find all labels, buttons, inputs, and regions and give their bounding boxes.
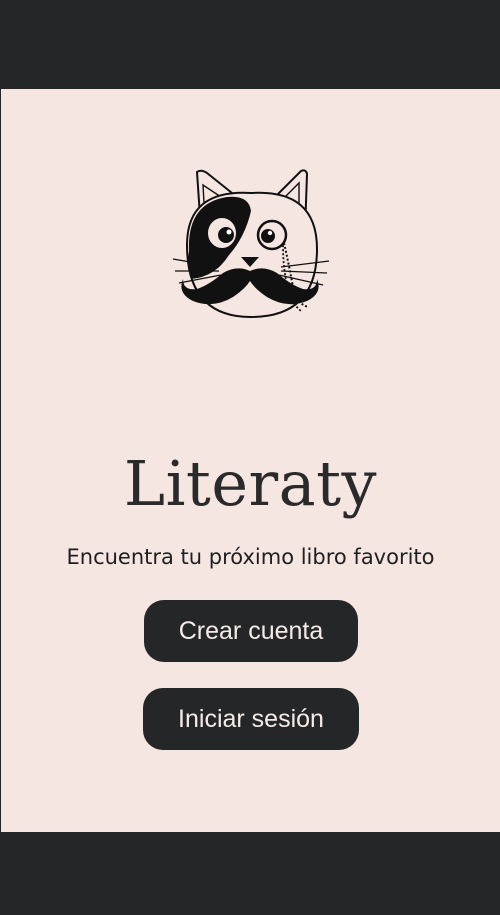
app-subtitle: Encuentra tu próximo libro favorito xyxy=(66,545,435,569)
top-bar xyxy=(0,0,500,89)
login-button[interactable]: Iniciar sesión xyxy=(143,688,359,750)
create-account-button[interactable]: Crear cuenta xyxy=(144,600,358,662)
app-screen: Literaty Encuentra tu próximo libro favo… xyxy=(0,0,500,915)
cat-monocle-mustache-icon xyxy=(171,167,331,322)
welcome-panel: Literaty Encuentra tu próximo libro favo… xyxy=(1,89,500,832)
bottom-bar xyxy=(0,832,500,915)
app-title: Literaty xyxy=(123,447,378,520)
